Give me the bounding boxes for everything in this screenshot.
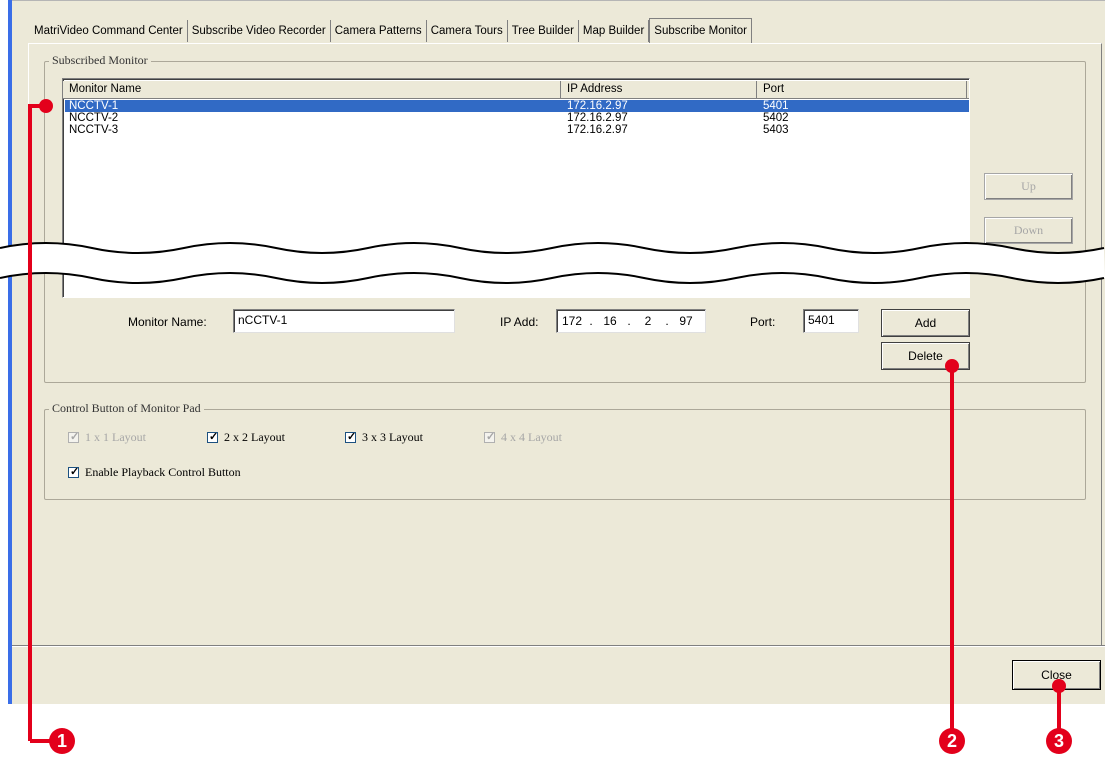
- callout-number-3: 3: [1053, 731, 1064, 751]
- callout-overlay: [28, 99, 1072, 754]
- callout-number-1: 1: [56, 731, 67, 751]
- callout-2: [939, 359, 965, 754]
- callout-1: [28, 99, 75, 754]
- callout-number-2: 2: [946, 731, 957, 751]
